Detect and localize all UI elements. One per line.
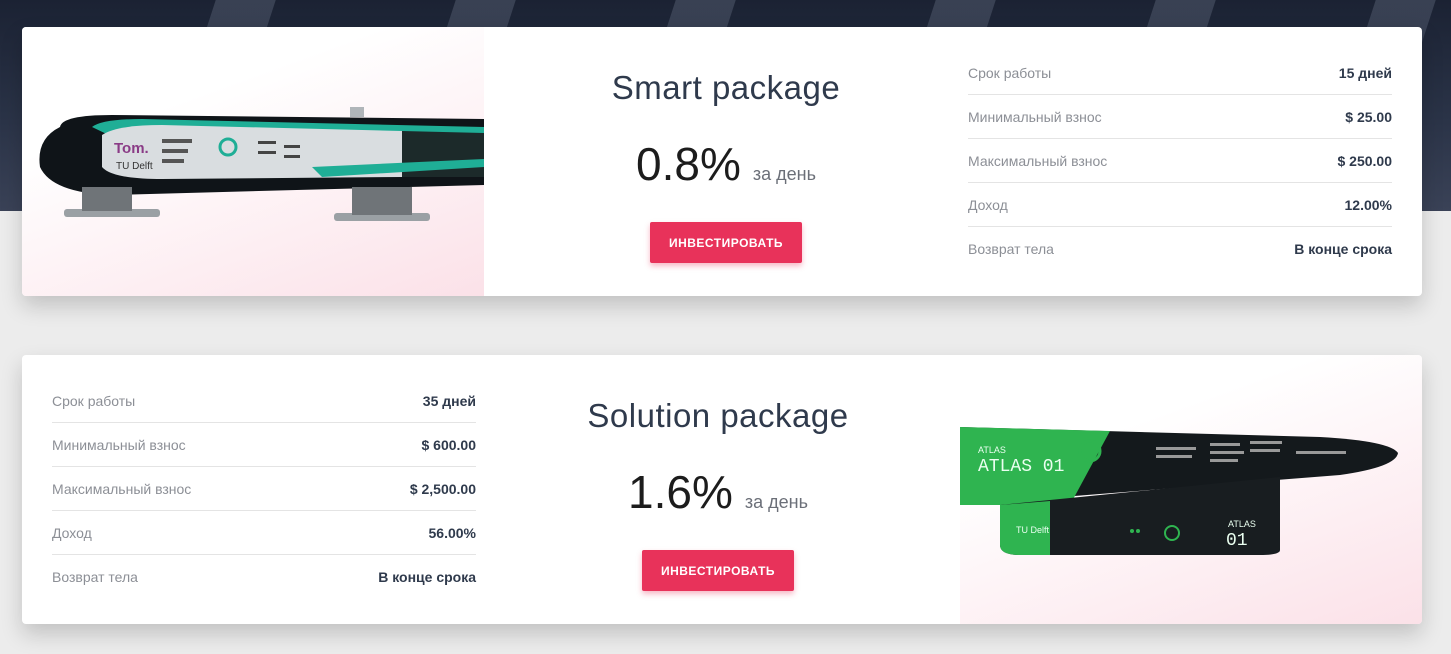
detail-value: В конце срока [1294, 241, 1392, 257]
package-card-smart: Tom. TU Delft Smart package 0.8% за день… [22, 27, 1422, 296]
pod-brand-text: ATLAS 01 [978, 457, 1064, 477]
package-details: Срок работы 15 дней Минимальный взнос $ … [968, 51, 1392, 271]
pod-brand-text: Tom. [114, 140, 149, 157]
package-center: Smart package 0.8% за день ИНВЕСТИРОВАТЬ [506, 27, 946, 296]
svg-text:ATLAS: ATLAS [978, 445, 1006, 455]
package-details: Срок работы 35 дней Минимальный взнос $ … [52, 379, 476, 599]
package-title: Smart package [611, 69, 841, 106]
detail-value: 35 дней [422, 392, 476, 409]
detail-row: Максимальный взнос $ 250.00 [968, 139, 1392, 183]
detail-row: Срок работы 35 дней [52, 379, 476, 423]
rate-row: 1.6% за день [498, 465, 938, 519]
detail-value: 15 дней [1338, 64, 1392, 81]
detail-row: Возврат тела В конце срока [52, 555, 476, 599]
detail-label: Срок работы [52, 392, 136, 409]
detail-row: Срок работы 15 дней [968, 51, 1392, 95]
detail-value: В конце срока [378, 569, 476, 585]
svg-text:ATLAS: ATLAS [1228, 519, 1256, 529]
invest-button[interactable]: ИНВЕСТИРОВАТЬ [650, 222, 802, 263]
pod-sub-text: TU Delft [1016, 525, 1050, 535]
detail-label: Возврат тела [52, 569, 138, 585]
detail-label: Максимальный взнос [968, 152, 1108, 169]
detail-row: Возврат тела В конце срока [968, 227, 1392, 271]
detail-row: Минимальный взнос $ 600.00 [52, 423, 476, 467]
detail-label: Минимальный взнос [52, 436, 186, 453]
detail-row: Доход 12.00% [968, 183, 1392, 227]
pod-sub-text: TU Delft [116, 161, 153, 172]
package-card-solution: Срок работы 35 дней Минимальный взнос $ … [22, 355, 1422, 624]
detail-value: $ 600.00 [421, 436, 477, 453]
detail-label: Доход [52, 524, 92, 541]
detail-value: $ 250.00 [1337, 152, 1393, 169]
daily-rate: 1.6% [628, 466, 733, 518]
pod-image-panel: Tom. TU Delft [22, 27, 484, 296]
hyperloop-pod-image: ATLAS ATLAS 01 TU Delft ATLAS 01 [960, 427, 1398, 555]
detail-value: 56.00% [428, 524, 476, 541]
invest-button[interactable]: ИНВЕСТИРОВАТЬ [642, 550, 794, 591]
detail-value: $ 25.00 [1345, 108, 1392, 125]
detail-label: Возврат тела [968, 241, 1054, 257]
detail-label: Доход [968, 196, 1008, 213]
detail-value: 12.00% [1344, 196, 1392, 213]
detail-label: Максимальный взнос [52, 480, 192, 497]
detail-row: Доход 56.00% [52, 511, 476, 555]
svg-text:01: 01 [1226, 531, 1248, 551]
pod-image-panel: ATLAS ATLAS 01 TU Delft ATLAS 01 [960, 355, 1422, 624]
rate-unit: за день [744, 492, 808, 512]
daily-rate: 0.8% [636, 138, 741, 190]
detail-row: Максимальный взнос $ 2,500.00 [52, 467, 476, 511]
package-center: Solution package 1.6% за день ИНВЕСТИРОВ… [498, 355, 938, 624]
hyperloop-pod-image: Tom. TU Delft [39, 107, 484, 221]
detail-label: Минимальный взнос [968, 108, 1102, 125]
detail-value: $ 2,500.00 [409, 480, 476, 497]
rate-row: 0.8% за день [506, 137, 946, 191]
detail-row: Минимальный взнос $ 25.00 [968, 95, 1392, 139]
detail-label: Срок работы [968, 64, 1052, 81]
rate-unit: за день [752, 164, 816, 184]
package-title: Solution package [587, 397, 849, 434]
